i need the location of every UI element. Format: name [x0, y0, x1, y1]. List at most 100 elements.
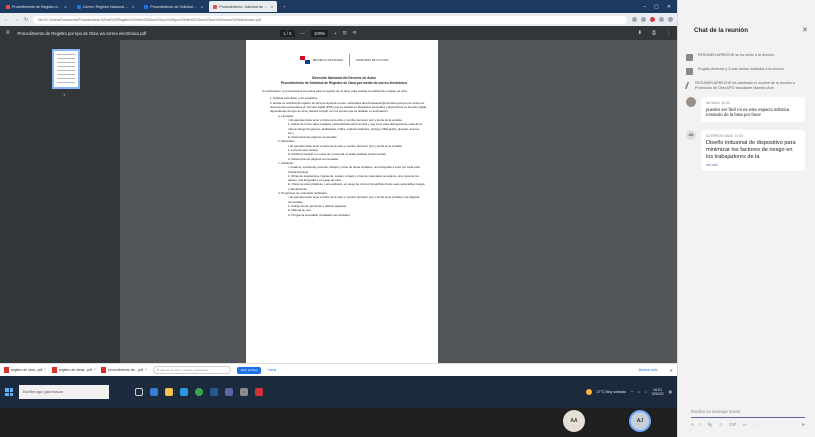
- download-icon[interactable]: ⬇: [638, 30, 642, 36]
- dismiss-button[interactable]: Cerrar: [267, 368, 276, 372]
- message-bubble[interactable]: Itzi Samo 10:32 puedes ser fácil mi es e…: [701, 96, 805, 122]
- system-tray: 27°C Muy soleado ^ ⌂ ♪ 10:51 3/02/22 ▤: [585, 388, 672, 396]
- menu-icon[interactable]: [668, 17, 673, 22]
- rotate-icon[interactable]: ⟲: [352, 30, 356, 36]
- participant-avatar[interactable]: AA: [563, 410, 585, 432]
- chevron-up-icon[interactable]: ^: [94, 368, 96, 372]
- app-icon[interactable]: [240, 388, 248, 396]
- zoom-in-icon[interactable]: +: [334, 31, 337, 36]
- profile-icon[interactable]: [659, 17, 664, 22]
- back-icon[interactable]: ←: [4, 17, 9, 23]
- pdf-icon: [6, 4, 10, 9]
- close-icon[interactable]: ×: [271, 4, 273, 9]
- store-icon[interactable]: [180, 388, 188, 396]
- tab-label: Procedimiento de Registro d...: [12, 4, 61, 9]
- word-icon[interactable]: [210, 388, 218, 396]
- flag-icon: [299, 56, 310, 64]
- app-icon[interactable]: [255, 388, 263, 396]
- weather-text[interactable]: 27°C Muy soleado: [597, 390, 626, 394]
- teams-icon[interactable]: [225, 388, 233, 396]
- pdf-page: REPÚBLICA DE PANAMÁ MINISTERIO DE CULTUR…: [246, 40, 438, 363]
- pdf-icon: [4, 367, 9, 373]
- sticker-icon[interactable]: ▭: [742, 422, 746, 428]
- chat-compose-input[interactable]: Escribir un mensaje nuevo: [691, 406, 805, 418]
- pdf-viewport[interactable]: 1 REPÚBLICA DE PANAMÁ MINISTERIO DE CULT…: [0, 40, 677, 363]
- chevron-up-icon[interactable]: ^: [44, 368, 46, 372]
- fit-page-icon[interactable]: ⊡: [343, 30, 347, 36]
- address-input[interactable]: file:///C:/Users/Documents/Procedimiento…: [33, 15, 627, 24]
- document-step: i. Cuadros, esculturas, pinturas, dibujo…: [288, 165, 420, 174]
- windows-start-icon[interactable]: [5, 388, 13, 396]
- tray-chevron-icon[interactable]: ^: [631, 390, 633, 394]
- system-event: Rogelio Amendo y 3 más fueron invitados …: [686, 67, 810, 75]
- tab-label: Procedimiento: Solicitud de ...: [219, 4, 267, 9]
- pdf-icon: [101, 367, 107, 373]
- forward-icon[interactable]: →: [14, 17, 19, 23]
- open-file-button[interactable]: Abrir archivo: [236, 366, 262, 374]
- close-icon[interactable]: ✕: [670, 368, 673, 373]
- hamburger-menu-icon[interactable]: ≡: [6, 30, 10, 36]
- more-icon[interactable]: …: [753, 422, 757, 428]
- pdf-actions: ⬇ ⎙ ⋮: [638, 30, 671, 36]
- send-icon[interactable]: ➤: [801, 422, 805, 428]
- participant-avatar-speaking[interactable]: AJ: [629, 410, 651, 432]
- close-icon[interactable]: ×: [132, 4, 134, 9]
- zoom-out-icon[interactable]: —: [301, 31, 305, 36]
- format-icon[interactable]: A: [691, 422, 694, 428]
- avatar[interactable]: AN: [686, 129, 696, 140]
- extension-icon[interactable]: [632, 17, 637, 22]
- close-icon[interactable]: ×: [64, 4, 66, 9]
- browser-tab[interactable]: Procedimiento de Registro d... ×: [2, 1, 71, 12]
- meeting-chat-panel: Chat de la reunión ✕ RESUMEN ARRECHE se …: [677, 0, 815, 437]
- priority-icon[interactable]: !: [700, 422, 701, 428]
- clock[interactable]: 10:51 3/02/22: [652, 388, 664, 396]
- avatar[interactable]: [686, 96, 696, 107]
- message-bubble[interactable]: ACERRIÓN NAVA 10:34 Diseño industrial de…: [701, 129, 805, 171]
- reload-icon[interactable]: ↻: [24, 17, 28, 23]
- more-icon[interactable]: ⋮: [666, 30, 671, 36]
- close-icon[interactable]: ✕: [802, 26, 808, 34]
- see-more-link[interactable]: ver más: [706, 163, 800, 167]
- chevron-up-icon[interactable]: ^: [145, 368, 147, 372]
- browser-tab[interactable]: Correo: Registro Nacional ... ×: [73, 1, 139, 12]
- download-item[interactable]: registro de obra...pdf ^: [4, 367, 46, 373]
- extension-icon[interactable]: [650, 17, 655, 22]
- show-all-downloads-link[interactable]: Mostrar todo: [639, 368, 658, 372]
- volume-icon[interactable]: ♪: [645, 390, 647, 394]
- download-warning-text: Si esto es un error, puedes recuperarlo: [152, 366, 231, 374]
- participants-strip: AA AJ: [0, 408, 677, 437]
- zoom-level[interactable]: 100%: [310, 29, 329, 37]
- page-indicator[interactable]: 1 / 5: [280, 29, 295, 37]
- document-step: ii. Obras de arquitectura, ingeniería, m…: [288, 173, 419, 183]
- message-text: puedes ser fácil mi es este espacio artí…: [706, 106, 790, 118]
- page-thumbnail[interactable]: [52, 49, 80, 89]
- document-intro: A continuación, le presentamos los pasos…: [262, 89, 408, 94]
- pdf-icon: [51, 367, 57, 373]
- document-step: iii. Obras de artes plásticas y arte apl…: [288, 182, 425, 191]
- browser-tab[interactable]: Procedimiento de Solicitud ... ×: [140, 1, 207, 12]
- taskbar-search-input[interactable]: Escribe aquí para buscar: [19, 385, 109, 399]
- minimize-icon[interactable]: –: [643, 4, 646, 10]
- extension-icon[interactable]: [641, 17, 646, 22]
- download-item[interactable]: procedimiento de....pdf ^: [101, 367, 147, 373]
- edge-icon[interactable]: [150, 388, 158, 396]
- gif-icon[interactable]: GIF: [729, 422, 736, 428]
- notifications-icon[interactable]: ▤: [669, 390, 672, 394]
- new-tab-button[interactable]: +: [279, 1, 289, 12]
- chat-message-list[interactable]: RESUMEN ARRECHE se ha unido a la reunión…: [684, 53, 810, 179]
- close-window-icon[interactable]: ✕: [667, 4, 671, 10]
- close-icon[interactable]: ×: [201, 4, 203, 9]
- task-view-icon[interactable]: [135, 388, 143, 396]
- download-item[interactable]: registro de obras...pdf ^: [51, 367, 96, 373]
- downloads-bar: registro de obra...pdf ^ registro de obra…: [0, 363, 677, 376]
- file-explorer-icon[interactable]: [165, 388, 173, 396]
- print-icon[interactable]: ⎙: [652, 30, 656, 36]
- network-icon[interactable]: ⌂: [638, 390, 640, 394]
- attach-icon[interactable]: 📎: [707, 422, 712, 428]
- browser-tab-active[interactable]: Procedimiento: Solicitud de ... ×: [209, 1, 278, 12]
- meeting-window: Procedimiento de Registro d... × Correo: …: [0, 0, 815, 437]
- weather-icon[interactable]: [585, 389, 592, 395]
- emoji-icon[interactable]: ☺: [719, 422, 723, 428]
- maximize-icon[interactable]: ▢: [654, 4, 659, 10]
- chrome-icon[interactable]: [195, 388, 203, 396]
